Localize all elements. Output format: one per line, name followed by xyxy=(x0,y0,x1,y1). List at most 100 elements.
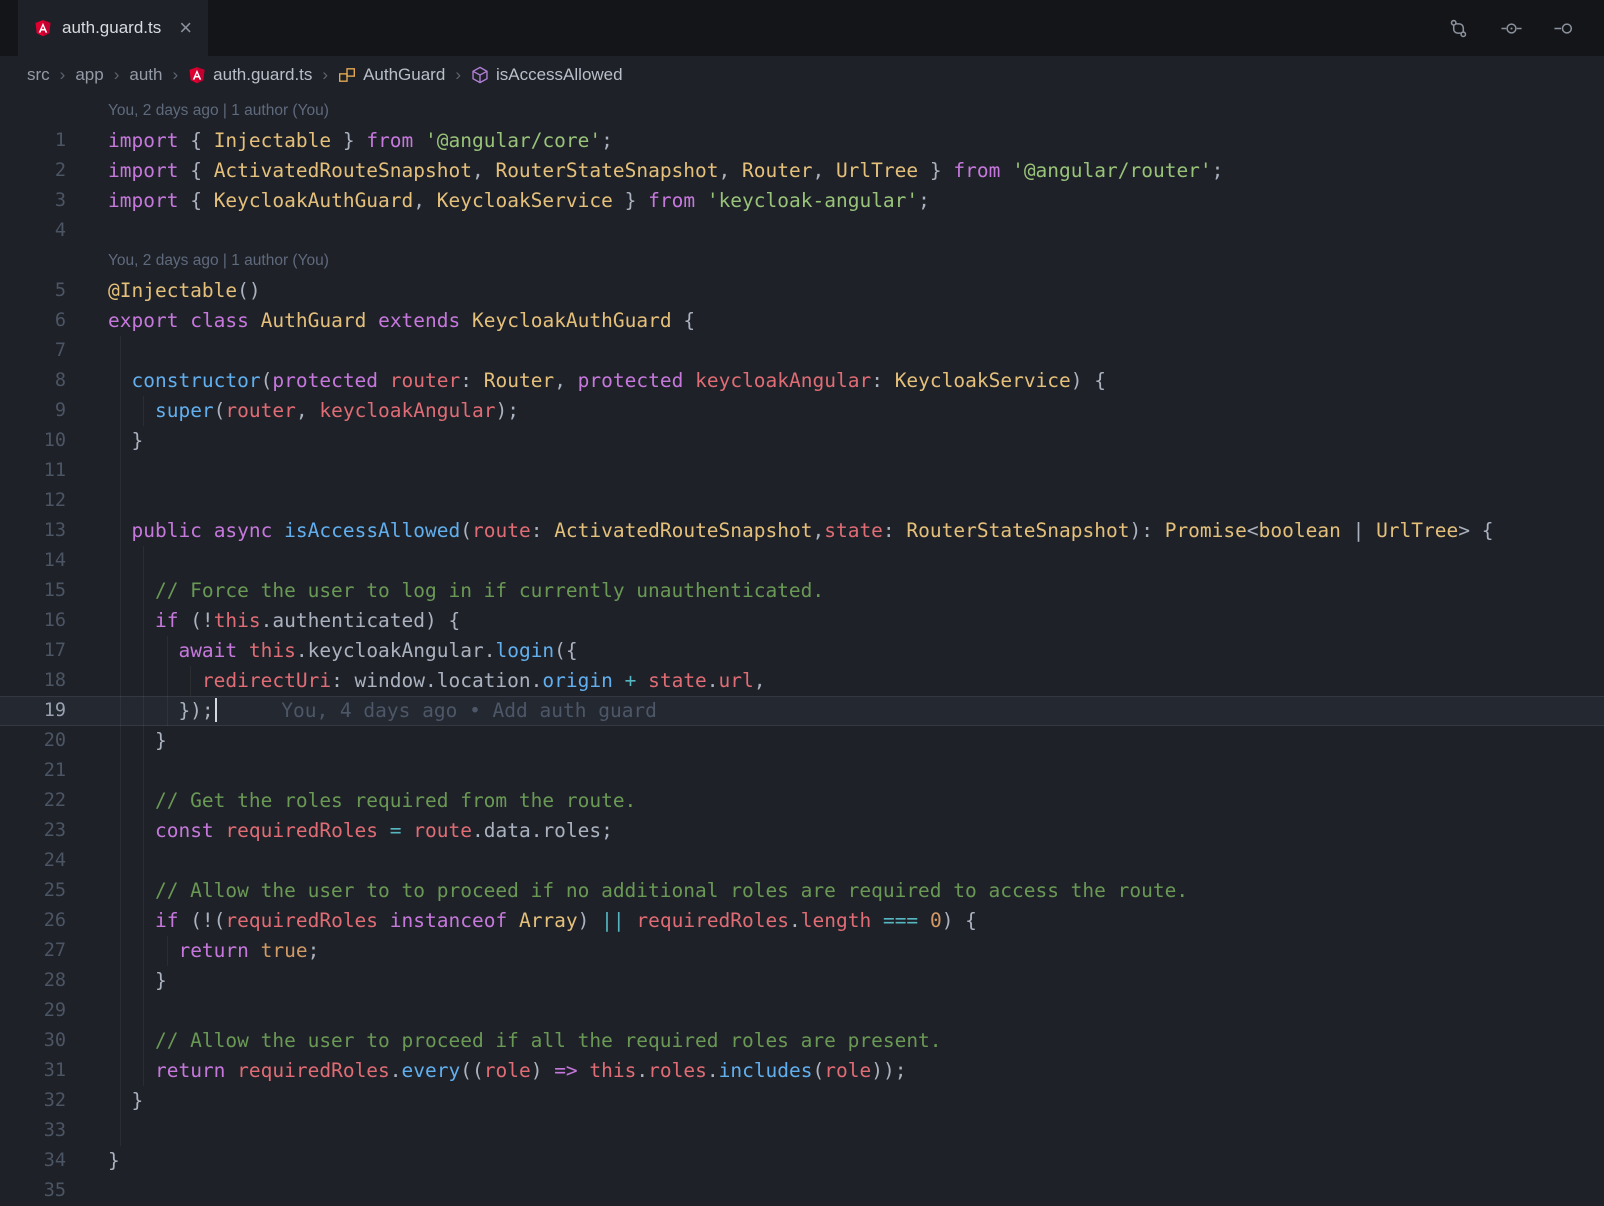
breadcrumb-item-app[interactable]: app xyxy=(75,65,103,85)
code-line[interactable]: 30 // Allow the user to proceed if all t… xyxy=(0,1026,1604,1056)
code-line[interactable]: 13 public async isAccessAllowed(route: A… xyxy=(0,516,1604,546)
line-number[interactable]: 9 xyxy=(0,396,66,426)
line-number[interactable] xyxy=(0,96,66,126)
line-number[interactable]: 12 xyxy=(0,486,66,516)
line-number[interactable]: 27 xyxy=(0,936,66,966)
breadcrumb-item-src[interactable]: src xyxy=(27,65,50,85)
close-icon[interactable]: × xyxy=(179,17,192,39)
code-line[interactable]: 17 await this.keycloakAngular.login({ xyxy=(0,636,1604,666)
codelens-label[interactable]: You, 2 days ago | 1 author (You) xyxy=(108,252,329,269)
code-line[interactable]: 20 } xyxy=(0,726,1604,756)
line-number[interactable]: 13 xyxy=(0,516,66,546)
code-line[interactable]: 34} xyxy=(0,1146,1604,1176)
code-line[interactable]: 29 xyxy=(0,996,1604,1026)
code-line[interactable]: 15 // Force the user to log in if curren… xyxy=(0,576,1604,606)
code-token: public xyxy=(131,519,202,542)
code-line[interactable]: 2 import { ActivatedRouteSnapshot, Router… xyxy=(0,156,1604,186)
code-line[interactable]: 27 return true; xyxy=(0,936,1604,966)
code-line[interactable]: 3 import { KeycloakAuthGuard, KeycloakSer… xyxy=(0,186,1604,216)
code-line[interactable]: 9 super(router, keycloakAngular); xyxy=(0,396,1604,426)
indent-guide xyxy=(119,1026,121,1056)
line-number[interactable]: 21 xyxy=(0,756,66,786)
line-number[interactable]: 6 xyxy=(0,306,66,336)
toggle-inline-blame-icon[interactable] xyxy=(1553,17,1576,40)
open-changes-icon[interactable] xyxy=(1500,17,1523,40)
code-line[interactable]: 1 import { Injectable } from '@angular/co… xyxy=(0,126,1604,156)
breadcrumb-item-class[interactable]: AuthGuard xyxy=(338,65,445,85)
line-number[interactable]: 22 xyxy=(0,786,66,816)
code-token: isAccessAllowed xyxy=(284,519,461,542)
code-line[interactable]: 10 } xyxy=(0,426,1604,456)
code-line[interactable]: 23 const requiredRoles = route.data.role… xyxy=(0,816,1604,846)
line-number[interactable]: 5 xyxy=(0,276,66,306)
line-number[interactable]: 32 xyxy=(0,1086,66,1116)
code-line[interactable]: 12 xyxy=(0,486,1604,516)
code-line[interactable]: 31 return requiredRoles.every((role) => … xyxy=(0,1056,1604,1086)
breadcrumb-item-auth[interactable]: auth xyxy=(129,65,162,85)
line-number[interactable]: 15 xyxy=(0,576,66,606)
line-number[interactable]: 19 xyxy=(0,696,66,726)
code-token: , xyxy=(413,189,437,212)
line-number[interactable] xyxy=(0,246,66,276)
code-line[interactable]: 26 if (!(requiredRoles instanceof Array)… xyxy=(0,906,1604,936)
code-line[interactable]: 32 } xyxy=(0,1086,1604,1116)
line-number[interactable]: 20 xyxy=(0,726,66,756)
code-token: ActivatedRouteSnapshot xyxy=(213,159,472,182)
line-number[interactable]: 10 xyxy=(0,426,66,456)
code-line[interactable]: 14 xyxy=(0,546,1604,576)
code-line[interactable]: 5 @Injectable() xyxy=(0,276,1604,306)
codelens-row[interactable]: You, 2 days ago | 1 author (You) xyxy=(0,246,1604,276)
codelens-label[interactable]: You, 2 days ago | 1 author (You) xyxy=(108,102,329,119)
line-number[interactable]: 18 xyxy=(0,666,66,696)
git-compare-icon[interactable] xyxy=(1447,17,1470,40)
line-number[interactable]: 3 xyxy=(0,186,66,216)
line-number[interactable]: 31 xyxy=(0,1056,66,1086)
line-number[interactable]: 8 xyxy=(0,366,66,396)
code-text: } xyxy=(108,1086,1604,1116)
line-number[interactable]: 25 xyxy=(0,876,66,906)
code-line[interactable]: 6 export class AuthGuard extends Keycloak… xyxy=(0,306,1604,336)
line-number[interactable]: 24 xyxy=(0,846,66,876)
code-token: url xyxy=(718,669,754,692)
code-line[interactable]: 18 redirectUri: window.location.origin +… xyxy=(0,666,1604,696)
code-line[interactable]: 16 if (!this.authenticated) { xyxy=(0,606,1604,636)
code-line[interactable]: 28 } xyxy=(0,966,1604,996)
line-number[interactable]: 28 xyxy=(0,966,66,996)
line-number[interactable]: 26 xyxy=(0,906,66,936)
line-number[interactable]: 7 xyxy=(0,336,66,366)
line-number[interactable]: 4 xyxy=(0,216,66,246)
code-line[interactable]: 35 xyxy=(0,1176,1604,1206)
line-number[interactable]: 35 xyxy=(0,1176,66,1206)
code-line[interactable]: 7 xyxy=(0,336,1604,366)
codelens-text: You, 2 days ago | 1 author (You) xyxy=(108,96,1604,126)
line-number[interactable]: 1 xyxy=(0,126,66,156)
code-token: ; xyxy=(918,189,930,212)
breadcrumb-item-file[interactable]: auth.guard.ts xyxy=(188,65,312,85)
indent-guide xyxy=(119,396,121,426)
line-number[interactable]: 29 xyxy=(0,996,66,1026)
code-line[interactable]: 33 xyxy=(0,1116,1604,1146)
code-line[interactable]: 4 xyxy=(0,216,1604,246)
line-number[interactable]: 2 xyxy=(0,156,66,186)
line-number[interactable]: 11 xyxy=(0,456,66,486)
code-token: length xyxy=(800,909,872,932)
code-line[interactable]: 21 xyxy=(0,756,1604,786)
line-number[interactable]: 30 xyxy=(0,1026,66,1056)
code-line[interactable]: 19 }); You, 4 days ago • Add auth guard xyxy=(0,696,1604,726)
line-number[interactable]: 34 xyxy=(0,1146,66,1176)
code-line[interactable]: 24 xyxy=(0,846,1604,876)
code-line[interactable]: 11 xyxy=(0,456,1604,486)
code-line[interactable]: 22 // Get the roles required from the ro… xyxy=(0,786,1604,816)
codelens-row[interactable]: You, 2 days ago | 1 author (You) xyxy=(0,96,1604,126)
code-token: ) xyxy=(577,909,602,932)
line-number[interactable]: 14 xyxy=(0,546,66,576)
line-number[interactable]: 16 xyxy=(0,606,66,636)
code-line[interactable]: 8 constructor(protected router: Router, … xyxy=(0,366,1604,396)
line-number[interactable]: 33 xyxy=(0,1116,66,1146)
tab-auth-guard-ts[interactable]: auth.guard.ts × xyxy=(18,0,209,56)
line-number[interactable]: 23 xyxy=(0,816,66,846)
code-line[interactable]: 25 // Allow the user to to proceed if no… xyxy=(0,876,1604,906)
breadcrumb-item-method[interactable]: isAccessAllowed xyxy=(471,65,623,85)
line-number[interactable]: 17 xyxy=(0,636,66,666)
